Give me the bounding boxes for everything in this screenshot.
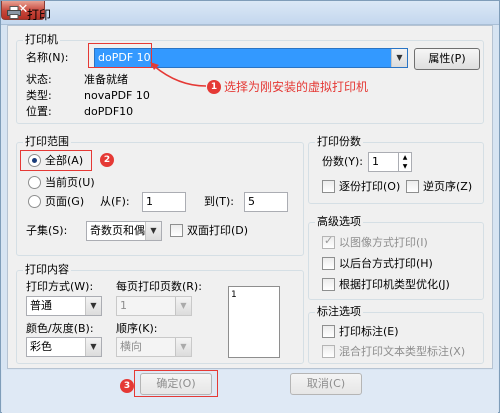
order-value: 横向 — [120, 340, 142, 353]
from-label: 从(F): — [100, 195, 130, 208]
copies-value: 1 — [372, 155, 379, 168]
subset-label: 子集(S): — [26, 224, 68, 237]
dialog-footer: 3 确定(O) 取消(C) — [2, 370, 498, 413]
dialog-body: 打印机 名称(N): doPDF 10 ▼ 属性(P) 1 选择为刚安装的虚拟打… — [7, 25, 493, 369]
color-mode-select[interactable]: 彩色 ▼ — [26, 337, 102, 357]
status-label: 状态: — [26, 73, 52, 86]
printer-name-label: 名称(N): — [26, 51, 69, 64]
pages-per-sheet-select[interactable]: 1 ▼ — [116, 296, 192, 316]
mixed-markup-label: 混合打印文本类型标注(X) — [339, 345, 466, 358]
pages-label[interactable]: 页面(G) — [45, 195, 84, 209]
color-mode-value: 彩色 — [30, 340, 52, 353]
background-print-checkbox[interactable] — [322, 257, 335, 270]
printer-group-label: 打印机 — [23, 33, 60, 47]
collate-label[interactable]: 逐份打印(O) — [339, 180, 400, 194]
copies-input[interactable]: 1 ▲ ▼ — [368, 152, 412, 172]
print-method-select[interactable]: 普通 ▼ — [26, 296, 102, 316]
advanced-group-label: 高级选项 — [315, 215, 363, 229]
title-bar[interactable]: 打印 ✕ — [1, 1, 499, 25]
from-input[interactable]: 1 — [142, 192, 186, 212]
step-2-badge: 2 — [100, 153, 114, 167]
print-dialog: 打印 ✕ 打印机 名称(N): doPDF 10 ▼ 属性(P) 1 选择为刚安… — [0, 0, 500, 413]
chevron-down-icon[interactable]: ▼ — [85, 338, 101, 356]
ok-button[interactable]: 确定(O) — [140, 373, 212, 395]
collate-checkbox[interactable] — [322, 180, 335, 193]
markup-group-label: 标注选项 — [315, 305, 363, 319]
pages-per-sheet-value: 1 — [120, 299, 127, 312]
print-content-group-label: 打印内容 — [23, 263, 71, 277]
step-1-annotation: 选择为刚安装的虚拟打印机 — [224, 80, 369, 94]
type-value: novaPDF 10 — [84, 89, 150, 102]
chevron-down-icon[interactable]: ▼ — [391, 49, 407, 67]
reverse-order-label[interactable]: 逆页序(Z) — [423, 180, 472, 194]
duplex-label[interactable]: 双面打印(D) — [187, 224, 248, 238]
chevron-down-icon[interactable]: ▼ — [175, 297, 191, 315]
copies-label: 份数(Y): — [322, 155, 364, 168]
print-method-label: 打印方式(W): — [26, 280, 94, 293]
optimize-label[interactable]: 根据打印机类型优化(J) — [339, 278, 450, 292]
chevron-down-icon[interactable]: ▼ — [145, 222, 161, 240]
pages-radio[interactable] — [28, 195, 41, 208]
spin-down-icon[interactable]: ▼ — [398, 162, 411, 171]
properties-button[interactable]: 属性(P) — [414, 48, 480, 70]
all-pages-radio[interactable] — [28, 154, 41, 167]
spin-up-icon[interactable]: ▲ — [398, 153, 411, 162]
status-value: 准备就绪 — [84, 73, 128, 86]
printer-highlight-box — [88, 43, 152, 68]
image-print-checkbox[interactable] — [322, 234, 335, 249]
image-print-label: 以图像方式打印(I) — [339, 236, 428, 249]
copies-group-label: 打印份数 — [315, 135, 363, 149]
to-input[interactable]: 5 — [244, 192, 288, 212]
order-label: 顺序(K): — [116, 322, 158, 335]
step-3-badge: 3 — [120, 379, 134, 393]
print-markup-label[interactable]: 打印标注(E) — [339, 325, 399, 339]
printer-icon — [7, 6, 21, 19]
color-mode-label: 颜色/灰度(B): — [26, 322, 94, 335]
print-range-group-label: 打印范围 — [23, 135, 71, 149]
optimize-checkbox[interactable] — [322, 278, 335, 291]
subset-select[interactable]: 奇数页和偶 ▼ — [86, 221, 162, 241]
type-label: 类型: — [26, 89, 52, 102]
mixed-markup-checkbox[interactable] — [322, 345, 335, 358]
print-method-value: 普通 — [30, 299, 52, 312]
annotation-arrow — [150, 62, 207, 87]
step-1-badge: 1 — [207, 80, 221, 94]
reverse-order-checkbox[interactable] — [406, 180, 419, 193]
current-page-label[interactable]: 当前页(U) — [45, 176, 95, 190]
all-pages-label[interactable]: 全部(A) — [45, 154, 83, 168]
cancel-button[interactable]: 取消(C) — [290, 373, 362, 395]
page-preview: 1 — [228, 286, 280, 358]
duplex-checkbox[interactable] — [170, 224, 183, 237]
subset-value: 奇数页和偶 — [90, 224, 145, 237]
location-value: doPDF10 — [84, 105, 134, 118]
order-select[interactable]: 横向 ▼ — [116, 337, 192, 357]
print-markup-checkbox[interactable] — [322, 325, 335, 338]
current-page-radio[interactable] — [28, 176, 41, 189]
pages-per-sheet-label: 每页打印页数(R): — [116, 280, 202, 293]
chevron-down-icon[interactable]: ▼ — [85, 297, 101, 315]
preview-page-number: 1 — [231, 290, 237, 300]
window-title: 打印 — [27, 8, 52, 22]
location-label: 位置: — [26, 105, 52, 118]
to-label: 到(T): — [204, 195, 235, 208]
background-print-label[interactable]: 以后台方式打印(H) — [339, 257, 433, 271]
chevron-down-icon[interactable]: ▼ — [175, 338, 191, 356]
